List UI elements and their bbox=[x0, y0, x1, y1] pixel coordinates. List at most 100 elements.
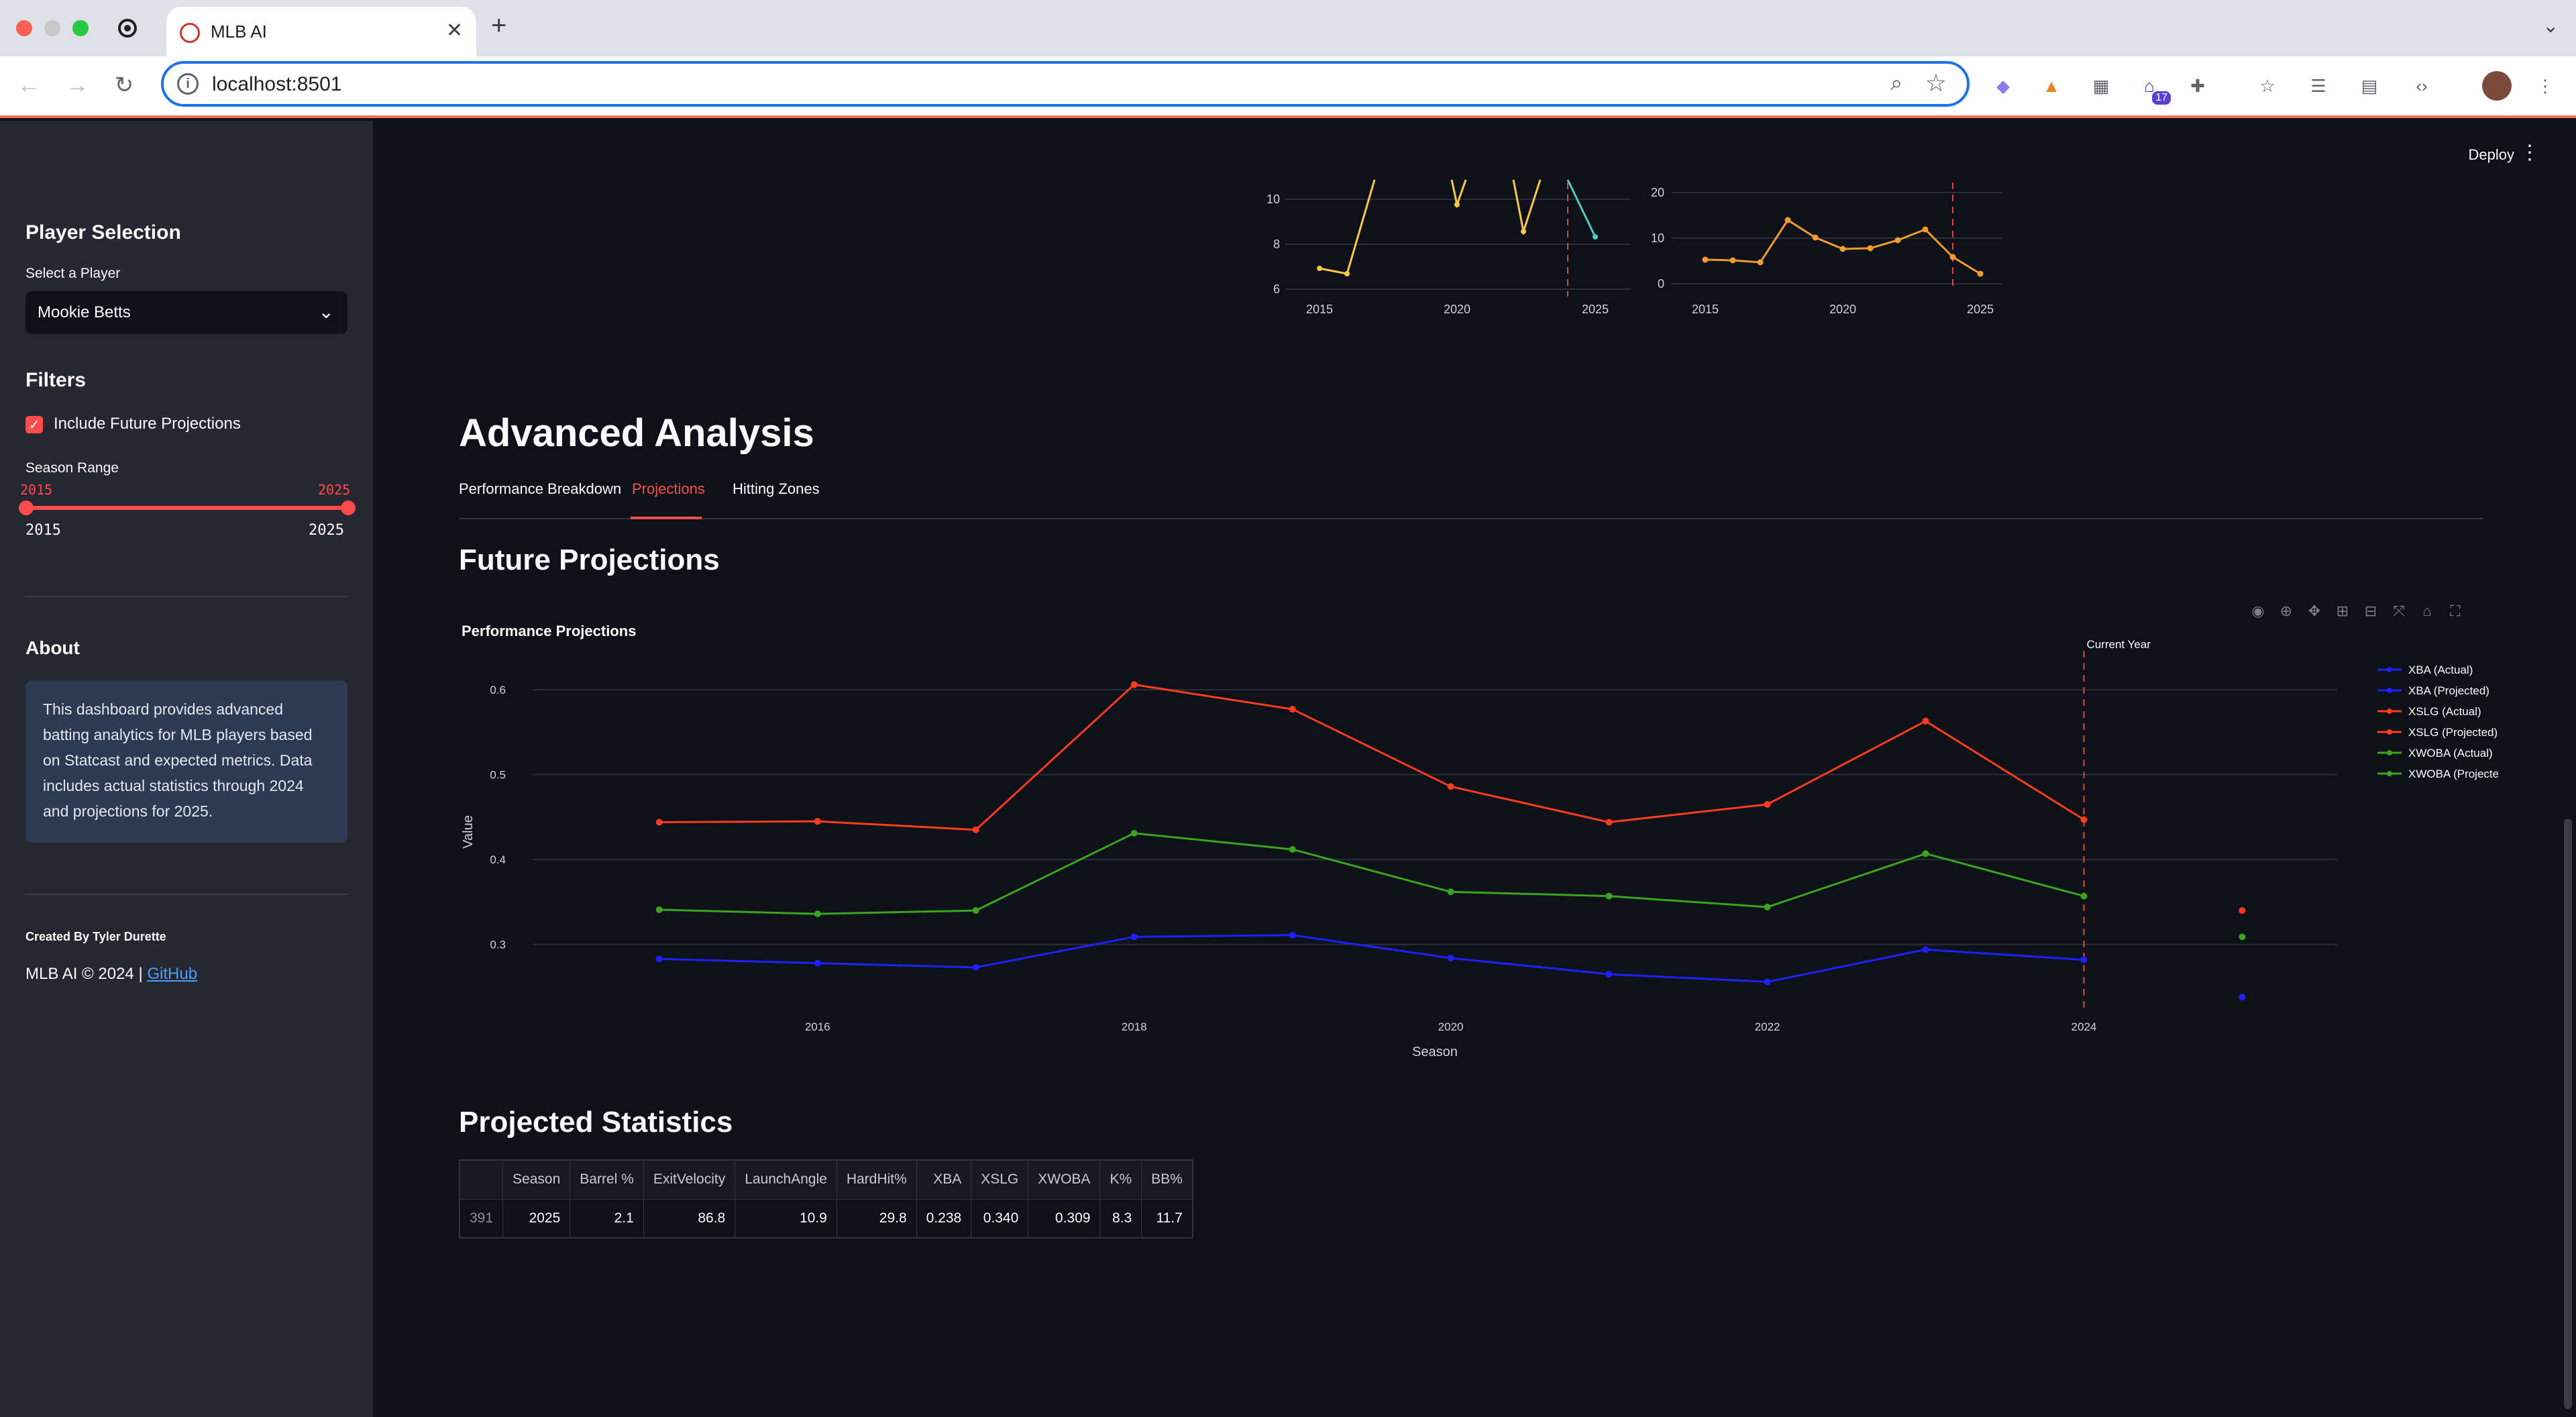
metamask-fox-icon[interactable]: ▲ bbox=[2037, 71, 2066, 101]
table-cell[interactable]: 2.1 bbox=[570, 1198, 644, 1239]
legend-marker bbox=[2387, 688, 2392, 693]
data-point bbox=[1764, 978, 1771, 986]
tab-projections[interactable]: Projections bbox=[632, 480, 705, 498]
close-window-button[interactable] bbox=[16, 20, 32, 36]
data-point bbox=[2239, 907, 2246, 914]
github-link[interactable]: GitHub bbox=[147, 965, 197, 983]
tab-performance-breakdown[interactable]: Performance Breakdown bbox=[459, 480, 621, 498]
data-point bbox=[2080, 816, 2088, 823]
address-bar[interactable]: i localhost:8501 ⌕ ☆ bbox=[161, 61, 1970, 107]
slider-min-label: 2015 bbox=[25, 522, 61, 539]
legend-entry: XWOBA (Actual) bbox=[2408, 747, 2493, 759]
data-point bbox=[972, 907, 979, 914]
include-future-label[interactable]: Include Future Projections bbox=[54, 415, 241, 433]
main-content: Deploy ⋮ 6 8 10 2015 2020 2025 0 10 20 2… bbox=[373, 121, 2576, 1417]
puzzle-extensions-icon[interactable]: ✚ bbox=[2183, 71, 2212, 101]
slider-high-handle[interactable] bbox=[341, 501, 356, 515]
extension-purple-icon[interactable]: ◆ bbox=[1988, 71, 2018, 101]
qr-code-icon[interactable]: ▦ bbox=[2086, 71, 2116, 101]
new-tab-icon[interactable]: + bbox=[491, 11, 506, 41]
deploy-button[interactable]: Deploy bbox=[2469, 146, 2514, 164]
tab-hitting-zones[interactable]: Hitting Zones bbox=[733, 480, 820, 498]
legend-entry: XSLG (Projected) bbox=[2408, 726, 2498, 739]
mini-data-point bbox=[1977, 270, 1984, 277]
player-select[interactable]: Mookie Betts ⌄ bbox=[25, 291, 347, 334]
reload-icon[interactable]: ↻ bbox=[107, 68, 141, 102]
minimize-window-button[interactable] bbox=[44, 20, 60, 36]
y-tick-label: 8 bbox=[1273, 238, 1280, 251]
sidebar-divider bbox=[25, 894, 347, 895]
table-cell[interactable]: 10.9 bbox=[735, 1198, 837, 1239]
table-header-cell[interactable]: LaunchAngle bbox=[735, 1159, 837, 1200]
zoom-icon[interactable]: ⌕ bbox=[1890, 70, 1902, 96]
table-cell[interactable]: 86.8 bbox=[643, 1198, 736, 1239]
browser-tab[interactable]: MLB AI ✕ bbox=[166, 7, 476, 58]
table-header-cell[interactable]: BB% bbox=[1141, 1159, 1193, 1200]
table-header-cell[interactable]: ExitVelocity bbox=[643, 1159, 736, 1200]
chevron-down-icon[interactable]: ⌄ bbox=[2543, 15, 2559, 37]
legend-entry: XWOBA (Projected) bbox=[2408, 768, 2498, 780]
mini-data-point bbox=[1344, 271, 1350, 276]
url-text[interactable]: localhost:8501 bbox=[212, 73, 341, 96]
include-future-checkbox[interactable]: ✓ bbox=[25, 416, 43, 433]
table-header-cell[interactable]: Season bbox=[502, 1159, 571, 1200]
x-tick-label: 2016 bbox=[805, 1020, 830, 1033]
back-icon[interactable]: ← bbox=[12, 68, 46, 102]
table-header-cell[interactable]: Barrel % bbox=[570, 1159, 644, 1200]
data-point bbox=[1289, 931, 1296, 939]
mini-series-actual bbox=[1512, 179, 1542, 235]
data-point bbox=[655, 955, 663, 963]
data-point bbox=[655, 819, 663, 826]
side-panel-icon[interactable]: ▤ bbox=[2355, 71, 2384, 101]
table-row: 391 2025 2.1 86.8 10.9 29.8 0.238 0.340 0.309 8.3… bbox=[459, 1198, 1193, 1239]
bookmark-star-icon[interactable]: ☆ bbox=[1925, 69, 1947, 97]
table-header-cell[interactable]: XSLG bbox=[971, 1159, 1029, 1200]
mini-data-point bbox=[1521, 229, 1526, 234]
table-header-cell[interactable]: XWOBA bbox=[1028, 1159, 1101, 1200]
table-cell[interactable]: 0.309 bbox=[1028, 1198, 1101, 1239]
tab-search-icon[interactable] bbox=[114, 15, 141, 42]
row-index-cell[interactable]: 391 bbox=[459, 1198, 504, 1239]
table-cell[interactable]: 29.8 bbox=[836, 1198, 917, 1239]
site-info-icon[interactable]: i bbox=[177, 73, 199, 95]
data-point bbox=[814, 959, 821, 967]
data-point bbox=[2080, 892, 2088, 900]
table-cell[interactable]: 11.7 bbox=[1141, 1198, 1193, 1239]
table-header-row: Season Barrel % ExitVelocity LaunchAngle Har… bbox=[459, 1159, 1193, 1200]
slider-low-handle[interactable] bbox=[19, 501, 34, 515]
code-icon[interactable]: ‹› bbox=[2407, 71, 2436, 101]
x-tick-label: 2015 bbox=[1306, 303, 1333, 316]
baseball-favicon-icon bbox=[180, 23, 200, 43]
data-point bbox=[972, 826, 979, 833]
about-info-box: This dashboard provides advanced batting… bbox=[25, 680, 347, 843]
data-point bbox=[1447, 783, 1454, 790]
profile-avatar[interactable] bbox=[2482, 71, 2512, 101]
close-tab-icon[interactable]: ✕ bbox=[446, 19, 463, 42]
table-header-cell[interactable] bbox=[459, 1159, 504, 1200]
table-header-cell[interactable]: XBA bbox=[916, 1159, 972, 1200]
graduation-cap-icon[interactable]: ⌂ 17 bbox=[2135, 71, 2171, 105]
table-header-cell[interactable]: K% bbox=[1099, 1159, 1142, 1200]
reading-list-icon[interactable]: ☰ bbox=[2304, 71, 2333, 101]
main-menu-icon[interactable]: ⋮ bbox=[2520, 141, 2540, 164]
table-cell[interactable]: 0.340 bbox=[971, 1198, 1029, 1239]
legend-entry: XBA (Actual) bbox=[2408, 664, 2473, 676]
table-cell[interactable]: 2025 bbox=[502, 1198, 571, 1239]
main-scrollbar[interactable] bbox=[2564, 819, 2572, 1409]
data-point bbox=[1922, 717, 1929, 725]
mini-data-point bbox=[1949, 254, 1956, 260]
x-tick-label: 2018 bbox=[1122, 1020, 1147, 1033]
season-range-slider[interactable] bbox=[25, 506, 347, 510]
footer-text: MLB AI © 2024 | bbox=[25, 965, 148, 983]
table-cell[interactable]: 8.3 bbox=[1099, 1198, 1142, 1239]
data-point bbox=[814, 818, 821, 825]
y-tick-label: 0 bbox=[1658, 277, 1664, 291]
forward-icon[interactable]: → bbox=[60, 68, 94, 102]
browser-menu-icon[interactable]: ⋮ bbox=[2530, 71, 2560, 101]
extension-badge: 17 bbox=[2152, 91, 2171, 105]
table-header-cell[interactable]: HardHit% bbox=[836, 1159, 917, 1200]
maximize-window-button[interactable] bbox=[72, 20, 89, 36]
table-cell[interactable]: 0.238 bbox=[916, 1198, 972, 1239]
bookmarks-star-icon[interactable]: ☆ bbox=[2253, 71, 2282, 101]
chevron-down-icon: ⌄ bbox=[318, 301, 334, 322]
